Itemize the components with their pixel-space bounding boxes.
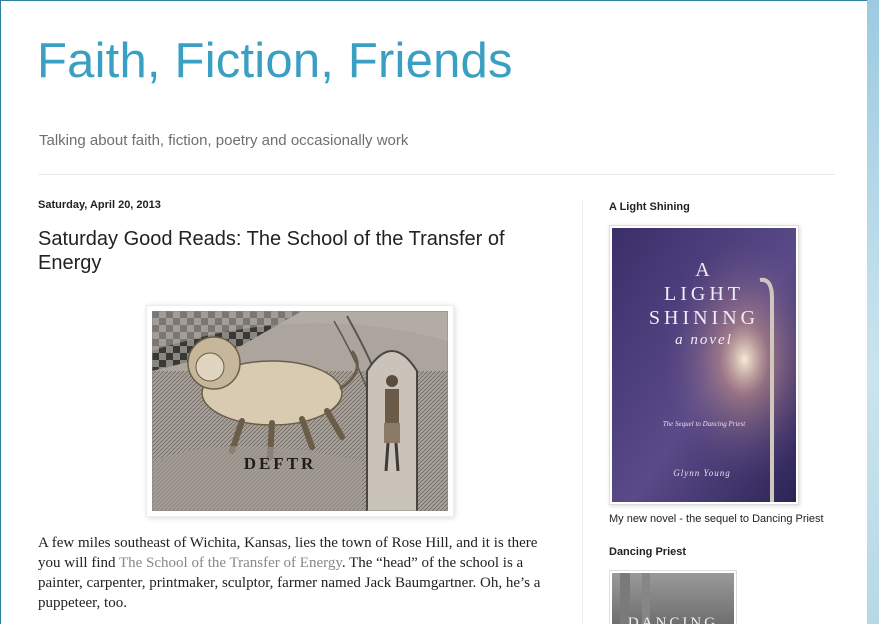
page-background [867, 0, 879, 624]
image-inscription: DEFTR [244, 454, 317, 473]
post-image[interactable]: DEFTR [146, 305, 454, 517]
post-body: A few miles southeast of Wichita, Kansas… [38, 533, 548, 613]
cover-title-line3: SHINING [649, 307, 759, 329]
dancing-priest-cover-image: DANCING [612, 573, 734, 624]
cover-title-line1: A [695, 259, 712, 281]
blog-title[interactable]: Faith, Fiction, Friends [37, 33, 513, 89]
widget-title-light-shining: A Light Shining [609, 201, 690, 213]
dancing-priest-cover-text: DANCING [628, 615, 718, 624]
header-divider [38, 174, 835, 175]
cover-subtitle: The Sequel to Dancing Priest [663, 420, 746, 428]
cover-title-line2: LIGHT [664, 283, 744, 305]
post-date: Saturday, April 20, 2013 [38, 199, 161, 211]
book-cover-image: A LIGHT SHINING a novel The Sequel to Da… [612, 228, 796, 502]
widget-title-dancing-priest: Dancing Priest [609, 546, 687, 558]
light-shining-cover[interactable]: A LIGHT SHINING a novel The Sequel to Da… [609, 225, 799, 505]
column-divider [582, 201, 583, 624]
blog-page: Faith, Fiction, Friends Talking about fa… [0, 0, 867, 624]
cover-author: Glynn Young [673, 468, 730, 478]
school-link[interactable]: The School of the Transfer of Energy [119, 555, 342, 571]
main-column: Saturday, April 20, 2013 Saturday Good R… [38, 199, 558, 611]
cover-caption: My new novel - the sequel to Dancing Pri… [609, 513, 824, 525]
sidebar: A Light Shining A LIGHT SHINING a novel … [609, 201, 849, 624]
post-title[interactable]: Saturday Good Reads: The School of the T… [38, 227, 518, 275]
dancing-priest-widget: Dancing Priest DANCING [609, 546, 737, 624]
dancing-priest-cover[interactable]: DANCING [609, 570, 737, 624]
blog-description: Talking about faith, fiction, poetry and… [39, 132, 409, 149]
lion-print-image: DEFTR [151, 310, 449, 512]
cover-title-line4: a novel [675, 332, 733, 348]
